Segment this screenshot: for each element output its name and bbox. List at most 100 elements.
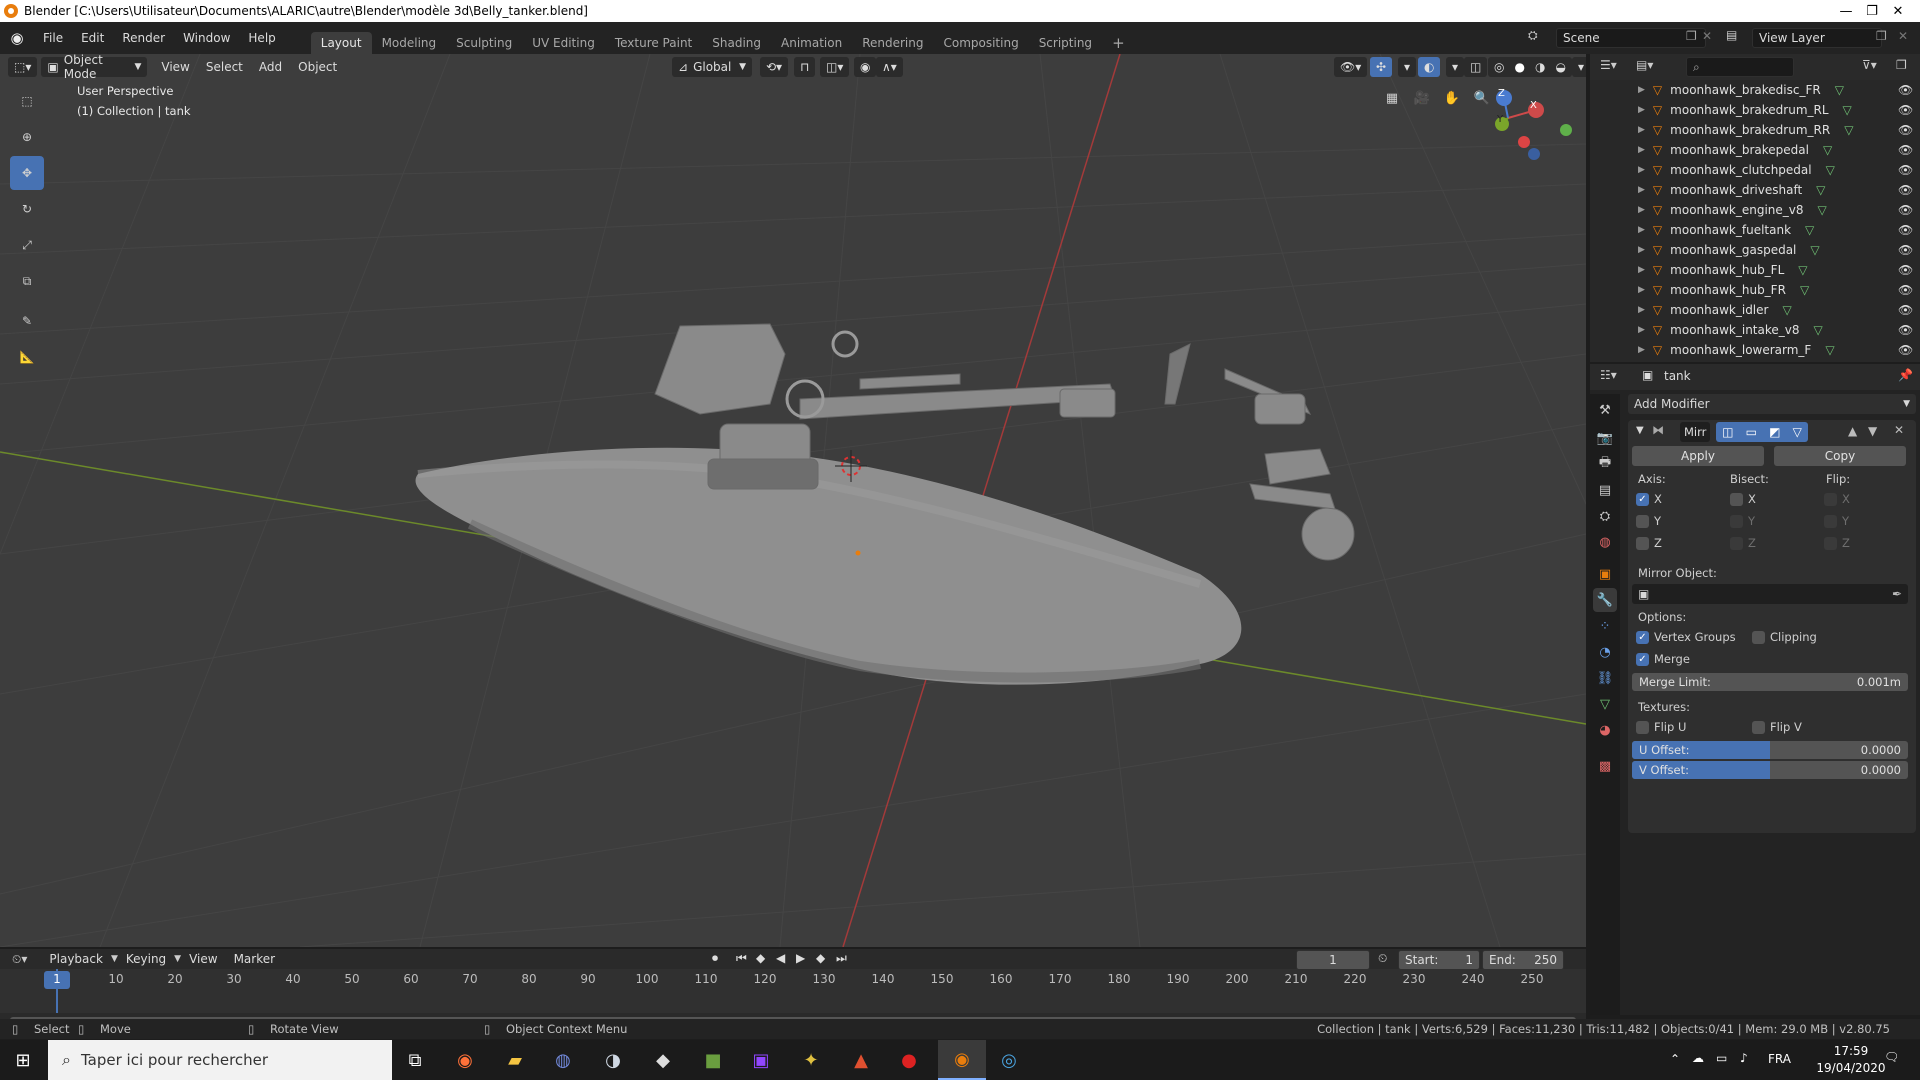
tool-tab-icon[interactable]: ⚒ xyxy=(1593,398,1617,422)
eye-icon[interactable]: 👁 xyxy=(1898,283,1913,297)
cursor-tool[interactable]: ⊕ xyxy=(10,120,44,154)
outliner-item[interactable]: ▶ ▽ moonhawk_brakepedal ▽ 👁 xyxy=(1590,140,1920,160)
next-keyframe-icon[interactable]: ◆ xyxy=(816,951,825,965)
modifier-tab-icon[interactable]: 🔧 xyxy=(1593,588,1617,612)
mirror-object-field[interactable]: ▣ ✒ xyxy=(1632,584,1908,604)
menu-edit[interactable]: Edit xyxy=(72,22,113,54)
flip-z-checkbox[interactable] xyxy=(1824,537,1837,550)
outliner-item[interactable]: ▶ ▽ moonhawk_lowerarm_F ▽ 👁 xyxy=(1590,340,1920,360)
menu-timeline-view[interactable]: View xyxy=(181,952,225,966)
twitch-icon[interactable]: ▣ xyxy=(746,1046,776,1074)
solid-shading-icon[interactable]: ● xyxy=(1515,60,1525,74)
app-flame-icon[interactable]: ▲ xyxy=(846,1046,876,1074)
collapse-arrow-icon[interactable]: ▼ xyxy=(1636,425,1644,436)
shading-modes[interactable]: ◎ ● ◑ ◒ xyxy=(1488,57,1572,77)
menu-marker[interactable]: Marker xyxy=(226,952,283,966)
clock-time[interactable]: 17:59 xyxy=(1816,1044,1886,1058)
properties-editor-icon[interactable]: ☷▾ xyxy=(1600,368,1617,382)
axis-x-checkbox[interactable]: ✓ xyxy=(1636,493,1649,506)
editmode-cage-icon[interactable]: ◫ xyxy=(1722,425,1733,439)
mesh-data-icon[interactable]: ▽ xyxy=(1818,203,1827,217)
expand-arrow-icon[interactable]: ▶ xyxy=(1638,185,1645,195)
outliner-item[interactable]: ▶ ▽ moonhawk_driveshaft ▽ 👁 xyxy=(1590,180,1920,200)
menu-add[interactable]: Add xyxy=(251,60,290,74)
eye-icon[interactable]: 👁 xyxy=(1898,323,1913,337)
display-mode-icon[interactable]: ▤▾ xyxy=(1636,58,1653,72)
physics-tab-icon[interactable]: ◔ xyxy=(1593,640,1617,664)
falloff-button[interactable]: ∧▾ xyxy=(876,57,903,77)
menu-view[interactable]: View xyxy=(153,60,197,74)
menu-keying[interactable]: Keying xyxy=(118,952,174,966)
task-view-icon[interactable]: ⧉ xyxy=(400,1046,430,1074)
jump-end-icon[interactable]: ⏭ xyxy=(836,951,847,966)
pan-hand-icon[interactable]: ✋ xyxy=(1440,86,1464,110)
modifier-name-field[interactable]: Mirr xyxy=(1680,422,1710,442)
start-frame-field[interactable]: Start: 1 xyxy=(1398,950,1480,970)
delete-view-layer-icon[interactable]: ✕ xyxy=(1898,29,1908,43)
tab-texture-paint[interactable]: Texture Paint xyxy=(605,32,702,54)
scene-tab-icon[interactable]: ⛭ xyxy=(1593,504,1617,528)
menu-select[interactable]: Select xyxy=(198,60,251,74)
expand-arrow-icon[interactable]: ▶ xyxy=(1638,205,1645,215)
game-launcher-icon[interactable]: ✦ xyxy=(796,1046,826,1074)
axis-z-checkbox[interactable] xyxy=(1636,537,1649,550)
tab-rendering[interactable]: Rendering xyxy=(852,32,933,54)
rendered-shading-icon[interactable]: ◒ xyxy=(1556,60,1566,74)
pin-icon[interactable]: 📌 xyxy=(1898,368,1913,382)
texture-tab-icon[interactable]: ▩ xyxy=(1593,754,1617,778)
close-button[interactable]: ✕ xyxy=(1876,0,1920,22)
object-tab-icon[interactable]: ▣ xyxy=(1593,562,1617,586)
transform-orientation-dropdown[interactable]: ⊿ Global ▼ xyxy=(672,57,752,77)
expand-arrow-icon[interactable]: ▶ xyxy=(1638,225,1645,235)
mesh-data-icon[interactable]: ▽ xyxy=(1814,323,1823,337)
eye-icon[interactable]: 👁 xyxy=(1898,103,1913,117)
eye-icon[interactable]: 👁 xyxy=(1898,263,1913,277)
modifier-visibility-toggles[interactable]: ◫ ▭ ◩ ▽ xyxy=(1716,422,1808,442)
input-language[interactable]: FRA xyxy=(1768,1052,1791,1066)
eye-icon[interactable]: 👁 xyxy=(1898,163,1913,177)
mesh-data-icon[interactable]: ▽ xyxy=(1782,303,1791,317)
outliner-item[interactable]: ▶ ▽ moonhawk_intake_v8 ▽ 👁 xyxy=(1590,320,1920,340)
u-offset-field[interactable]: U Offset: 0.0000 xyxy=(1632,741,1908,759)
network-icon[interactable]: ▭ xyxy=(1716,1051,1727,1065)
apply-button[interactable]: Apply xyxy=(1632,446,1764,466)
filter-icon[interactable]: ⊽▾ xyxy=(1862,58,1877,72)
tab-scripting[interactable]: Scripting xyxy=(1029,32,1102,54)
tab-sculpting[interactable]: Sculpting xyxy=(446,32,522,54)
expand-arrow-icon[interactable]: ▶ xyxy=(1638,145,1645,155)
eye-icon[interactable]: 👁 xyxy=(1898,143,1913,157)
menu-playback[interactable]: Playback xyxy=(41,952,111,966)
realtime-display-icon[interactable]: ▭ xyxy=(1746,425,1757,439)
outliner-item[interactable]: ▶ ▽ moonhawk_hub_FL ▽ 👁 xyxy=(1590,260,1920,280)
shading-dropdown[interactable]: ▾ xyxy=(1572,57,1586,77)
minecraft-icon[interactable]: ■ xyxy=(698,1046,728,1074)
annotate-tool[interactable]: ✎ xyxy=(10,304,44,338)
blender-taskbar-icon[interactable]: ◉ xyxy=(938,1040,986,1080)
mesh-data-icon[interactable]: ▽ xyxy=(1800,283,1809,297)
proportional-edit-toggle[interactable]: ◉ xyxy=(854,57,877,77)
move-down-icon[interactable]: ▼ xyxy=(1868,424,1877,438)
expand-arrow-icon[interactable]: ▶ xyxy=(1638,325,1645,335)
view-layer-field[interactable]: View Layer xyxy=(1752,28,1882,48)
mesh-data-icon[interactable]: ▽ xyxy=(1816,183,1825,197)
mesh-data-tab-icon[interactable]: ▽ xyxy=(1593,692,1617,716)
gizmo-toggle[interactable]: ✣ xyxy=(1370,57,1393,77)
play-icon[interactable]: ▶ xyxy=(796,951,805,965)
mesh-data-icon[interactable]: ▽ xyxy=(1826,163,1835,177)
menu-file[interactable]: File xyxy=(34,22,72,54)
outliner-item[interactable]: ▶ ▽ moonhawk_brakedrum_RR ▽ 👁 xyxy=(1590,120,1920,140)
taskbar-search-box[interactable]: ⌕ Taper ici pour rechercher xyxy=(48,1040,392,1080)
outliner-item[interactable]: ▶ ▽ moonhawk_gaspedal ▽ 👁 xyxy=(1590,240,1920,260)
expand-arrow-icon[interactable]: ▶ xyxy=(1638,105,1645,115)
firefox-icon[interactable]: ◉ xyxy=(450,1046,480,1074)
gizmo-dropdown[interactable]: ▾ xyxy=(1398,57,1417,77)
material-tab-icon[interactable]: ◕ xyxy=(1593,718,1617,742)
blender-menu-icon[interactable]: ◉ xyxy=(0,29,34,47)
menu-object[interactable]: Object xyxy=(290,60,345,74)
outliner-item[interactable]: ▶ ▽ moonhawk_engine_v8 ▽ 👁 xyxy=(1590,200,1920,220)
merge-checkbox[interactable]: ✓ xyxy=(1636,653,1649,666)
menu-render[interactable]: Render xyxy=(113,22,174,54)
current-frame-field[interactable]: 1 xyxy=(1296,950,1370,970)
expand-arrow-icon[interactable]: ▶ xyxy=(1638,265,1645,275)
overlay-dropdown[interactable]: ▾ xyxy=(1446,57,1465,77)
